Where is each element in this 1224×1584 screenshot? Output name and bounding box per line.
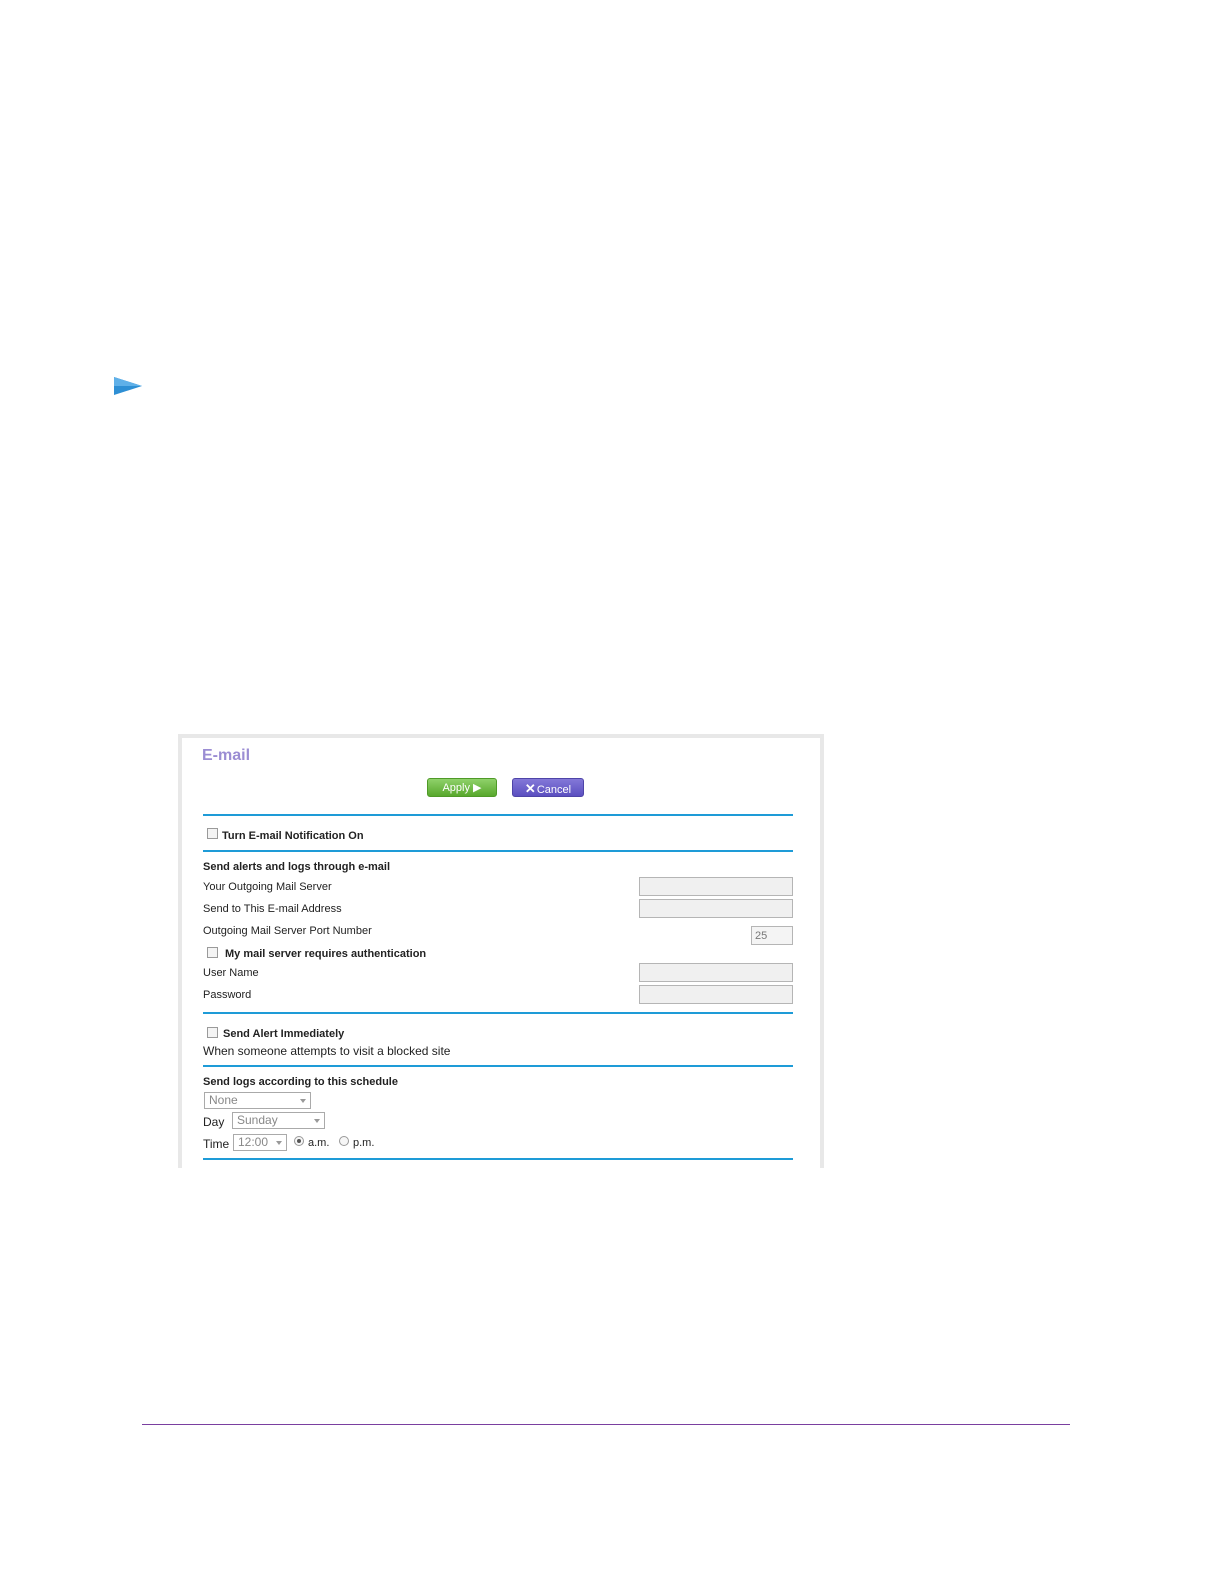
email-settings-panel: E-mail Apply ▶ ✕Cancel Turn E-mail Notif… <box>178 734 824 1168</box>
frequency-value: None <box>209 1093 238 1107</box>
day-select[interactable]: Sunday <box>232 1112 325 1129</box>
time-select[interactable]: 12:00 <box>233 1134 287 1151</box>
email-settings-body: E-mail Apply ▶ ✕Cancel Turn E-mail Notif… <box>182 738 820 1168</box>
chevron-down-icon <box>300 1099 306 1103</box>
port-label: Outgoing Mail Server Port Number <box>203 925 372 937</box>
am-radio[interactable] <box>294 1136 304 1146</box>
alert-immediately-label: Send Alert Immediately <box>223 1028 345 1040</box>
alert-immediately-checkbox[interactable] <box>207 1027 218 1038</box>
notification-label: Turn E-mail Notification On <box>222 830 364 842</box>
section-divider <box>203 1065 793 1067</box>
password-label: Password <box>203 989 252 1001</box>
frequency-select[interactable]: None <box>204 1092 311 1109</box>
section-divider <box>203 814 793 816</box>
chevron-down-icon <box>276 1141 282 1145</box>
close-icon: ✕ <box>524 781 536 796</box>
username-input[interactable] <box>639 963 793 982</box>
notification-checkbox[interactable] <box>207 828 218 839</box>
section-divider <box>203 850 793 852</box>
alert-immediately-description: When someone attempts to visit a blocked… <box>203 1044 451 1058</box>
password-input[interactable] <box>639 985 793 1004</box>
send-to-label: Send to This E-mail Address <box>203 903 342 915</box>
time-label: Time <box>203 1137 230 1151</box>
section-divider <box>203 1158 793 1160</box>
footer-divider <box>142 1424 1070 1425</box>
am-label: a.m. <box>308 1137 330 1149</box>
username-label: User Name <box>203 967 259 979</box>
section-divider <box>203 1012 793 1014</box>
apply-button[interactable]: Apply ▶ <box>427 778 497 797</box>
port-input[interactable] <box>751 926 793 945</box>
send-to-email-input[interactable] <box>639 899 793 918</box>
play-arrow-icon <box>114 377 142 395</box>
day-label: Day <box>203 1115 225 1129</box>
outgoing-server-label: Your Outgoing Mail Server <box>203 881 332 893</box>
panel-title: E-mail <box>202 747 251 764</box>
auth-checkbox[interactable] <box>207 947 218 958</box>
chevron-down-icon <box>314 1119 320 1123</box>
pm-label: p.m. <box>353 1137 375 1149</box>
time-value: 12:00 <box>238 1135 269 1149</box>
alerts-heading: Send alerts and logs through e-mail <box>203 861 391 873</box>
schedule-heading: Send logs according to this schedule <box>203 1076 398 1088</box>
cancel-button-label: Cancel <box>536 784 572 796</box>
pm-radio[interactable] <box>339 1136 349 1146</box>
cancel-button[interactable]: ✕Cancel <box>512 778 584 797</box>
day-value: Sunday <box>237 1113 278 1127</box>
outgoing-server-input[interactable] <box>639 877 793 896</box>
auth-label: My mail server requires authentication <box>225 948 427 960</box>
